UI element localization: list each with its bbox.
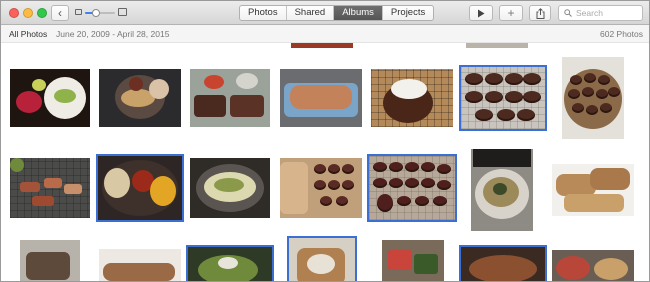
small-thumbnail-icon: [75, 9, 82, 15]
photo-thumbnail[interactable]: [466, 43, 528, 48]
photo-thumbnail[interactable]: [291, 43, 353, 48]
zoom-window-button[interactable]: [37, 8, 47, 18]
play-icon: [478, 9, 485, 17]
search-icon: [564, 9, 572, 17]
photos-window: ‹ Photos Shared Albums Projects + Search…: [0, 0, 650, 282]
add-button[interactable]: +: [499, 5, 523, 21]
minimize-window-button[interactable]: [23, 8, 33, 18]
photo-thumbnail-selected[interactable]: [367, 154, 457, 222]
toolbar: ‹ Photos Shared Albums Projects +: [1, 1, 649, 25]
photo-thumbnail[interactable]: [552, 164, 634, 216]
photo-thumbnail[interactable]: [382, 240, 444, 281]
tab-albums[interactable]: Albums: [333, 6, 382, 20]
header-date-range: June 20, 2009 - April 28, 2015: [56, 29, 170, 39]
search-field[interactable]: [558, 5, 643, 21]
share-icon: [536, 7, 544, 19]
photo-thumbnail[interactable]: [280, 158, 362, 218]
plus-icon: +: [507, 6, 515, 20]
search-input[interactable]: [576, 8, 636, 18]
moments-header: All Photos June 20, 2009 - April 28, 201…: [1, 25, 649, 43]
photo-thumbnail[interactable]: [371, 69, 453, 127]
back-button[interactable]: ‹: [51, 5, 69, 21]
tab-projects[interactable]: Projects: [381, 6, 433, 20]
photo-thumbnail[interactable]: [471, 149, 533, 231]
photo-thumbnail[interactable]: [99, 249, 181, 281]
photo-thumbnail[interactable]: [20, 240, 80, 281]
header-title[interactable]: All Photos: [9, 29, 47, 39]
zoom-slider-knob[interactable]: [91, 9, 100, 17]
tab-photos[interactable]: Photos: [240, 6, 286, 20]
photo-thumbnail-selected[interactable]: [459, 65, 547, 131]
photo-thumbnail[interactable]: [10, 158, 90, 218]
large-thumbnail-icon: [118, 8, 127, 16]
chevron-left-icon: ‹: [58, 6, 62, 20]
zoom-slider-track[interactable]: [85, 9, 115, 17]
photo-thumbnail[interactable]: [552, 250, 634, 281]
photo-thumbnail-selected[interactable]: [186, 245, 274, 281]
view-tabs: Photos Shared Albums Projects: [239, 5, 435, 21]
photo-thumbnail[interactable]: [280, 69, 362, 127]
close-window-button[interactable]: [9, 8, 19, 18]
zoom-slider[interactable]: [75, 7, 127, 19]
photo-thumbnail[interactable]: [190, 69, 270, 127]
slideshow-button[interactable]: [469, 5, 493, 21]
photo-thumbnail-selected[interactable]: [459, 245, 547, 281]
photo-thumbnail-selected[interactable]: [96, 154, 184, 222]
photo-thumbnail[interactable]: [99, 69, 181, 127]
photo-thumbnail[interactable]: [10, 69, 90, 127]
share-button[interactable]: [529, 5, 551, 21]
photo-thumbnail-selected[interactable]: [287, 236, 357, 281]
tab-shared[interactable]: Shared: [285, 6, 334, 20]
photo-count: 602 Photos: [599, 29, 643, 39]
photo-thumbnail[interactable]: [562, 57, 624, 139]
photo-thumbnail[interactable]: [190, 158, 270, 218]
